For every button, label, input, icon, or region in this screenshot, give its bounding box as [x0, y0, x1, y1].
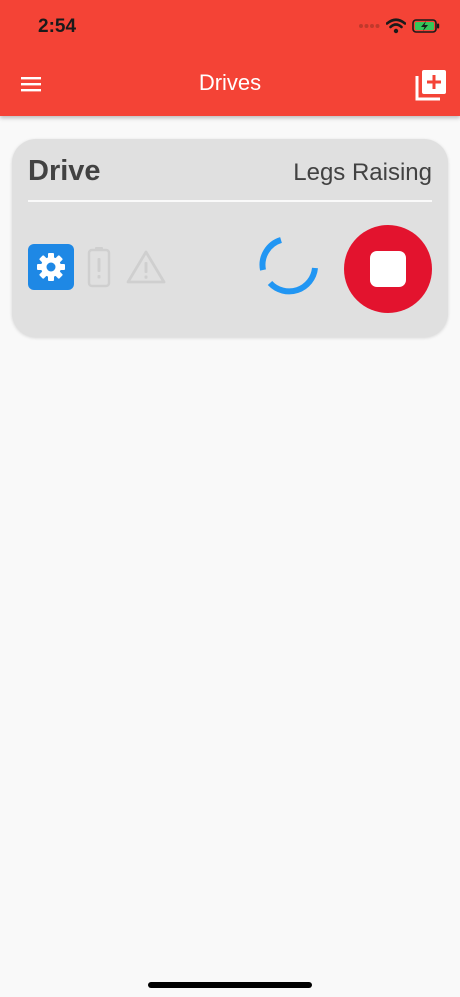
- drive-card[interactable]: Drive Legs Raising: [12, 139, 448, 337]
- app-bar: 2:54 Drives: [0, 0, 460, 116]
- add-to-library-icon: [415, 70, 446, 101]
- page-title: Drives: [198, 70, 262, 95]
- stop-icon: [370, 251, 406, 287]
- drive-settings-button[interactable]: [28, 244, 74, 290]
- warning-icon: [126, 250, 166, 284]
- loading-spinner-icon: [259, 237, 318, 295]
- cellular-signal-icon: [359, 24, 380, 28]
- card-divider: [28, 200, 432, 202]
- wifi-icon: [386, 18, 406, 34]
- home-indicator[interactable]: [148, 982, 312, 988]
- drive-status: Legs Raising: [293, 159, 432, 186]
- battery-alert-icon: [87, 247, 111, 288]
- drive-name: Drive: [28, 155, 101, 187]
- status-icons: [358, 18, 440, 34]
- add-drive-button[interactable]: [414, 68, 448, 102]
- battery-charging-icon: [412, 19, 440, 33]
- status-time: 2:54: [38, 16, 77, 37]
- gear-icon: [37, 253, 65, 281]
- stop-button[interactable]: [344, 225, 432, 313]
